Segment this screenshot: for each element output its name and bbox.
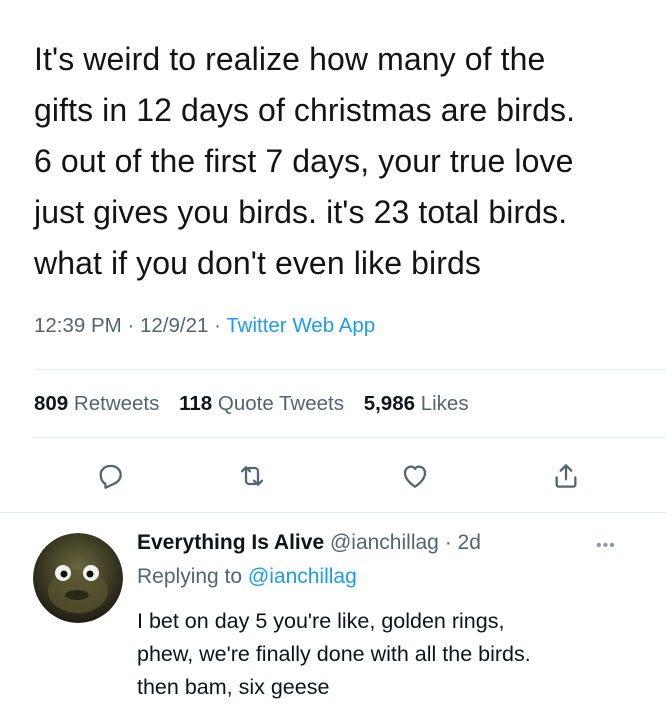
meta-separator: · xyxy=(214,314,221,337)
reply-text-line: then bam, six geese xyxy=(137,675,330,699)
reply-age[interactable]: 2d xyxy=(458,531,481,554)
tweet-detail-page: It's weird to realize how many of the gi… xyxy=(0,0,666,719)
replying-to-mention[interactable]: @ianchillag xyxy=(248,565,357,588)
tweet-text-line: It's weird to realize how many of the xyxy=(34,41,546,77)
tweet-date[interactable]: 12/9/21 xyxy=(140,314,208,337)
likes-count: 5,986 xyxy=(363,392,416,415)
quotes-label: Quote Tweets xyxy=(217,392,344,415)
avatar[interactable] xyxy=(33,533,123,623)
retweet-button[interactable] xyxy=(232,456,272,496)
tweet-text-line: just gives you birds. it's 23 total bird… xyxy=(34,194,568,230)
reply-separator: · xyxy=(444,531,452,554)
reply-author-name[interactable]: Everything Is Alive xyxy=(137,531,324,554)
replying-to: Replying to @ianchillag xyxy=(137,565,357,589)
reply-text: I bet on day 5 you're like, golden rings… xyxy=(137,605,657,704)
likes-stat[interactable]: 5,986 Likes xyxy=(364,392,469,415)
divider xyxy=(34,437,666,438)
retweets-count: 809 xyxy=(34,392,69,415)
reply-author-handle[interactable]: @ianchillag xyxy=(330,531,439,554)
tweet-source[interactable]: Twitter Web App xyxy=(226,314,375,337)
tweet-text-line: what if you don't even like birds xyxy=(34,245,481,281)
retweets-stat[interactable]: 809 Retweets xyxy=(34,392,159,415)
retweet-icon xyxy=(240,466,264,486)
share-button[interactable] xyxy=(546,456,586,496)
quotes-stat[interactable]: 118 Quote Tweets xyxy=(179,392,344,415)
retweets-label: Retweets xyxy=(73,392,160,415)
tweet-stats: 809 Retweets 118 Quote Tweets 5,986 Like… xyxy=(34,392,483,416)
tweet-text-line: 6 out of the first 7 days, your true lov… xyxy=(34,143,574,179)
share-icon xyxy=(555,464,577,488)
reply-header: Everything Is Alive @ianchillag · 2d xyxy=(137,531,481,555)
reply-tweet[interactable]: Everything Is Alive @ianchillag · 2d •••… xyxy=(0,515,666,719)
tweet-actions xyxy=(90,456,590,496)
ellipsis-icon[interactable]: ••• xyxy=(596,537,616,555)
avatar-face-icon xyxy=(33,533,123,623)
like-icon xyxy=(403,465,427,488)
tweet-meta: 12:39 PM · 12/9/21 · Twitter Web App xyxy=(34,314,375,338)
divider xyxy=(0,512,666,513)
tweet-text-line: gifts in 12 days of christmas are birds. xyxy=(34,92,576,128)
likes-label: Likes xyxy=(420,392,469,415)
reply-text-line: phew, we're finally done with all the bi… xyxy=(137,642,531,666)
reply-button[interactable] xyxy=(90,456,130,496)
reply-icon xyxy=(99,464,122,489)
reply-text-line: I bet on day 5 you're like, golden rings… xyxy=(137,609,505,633)
replying-prefix: Replying to xyxy=(137,565,243,588)
tweet-time[interactable]: 12:39 PM xyxy=(34,314,122,337)
meta-separator: · xyxy=(127,314,135,337)
quotes-count: 118 xyxy=(179,392,213,415)
like-button[interactable] xyxy=(395,456,435,496)
tweet-text: It's weird to realize how many of the gi… xyxy=(34,34,654,289)
divider xyxy=(34,369,666,370)
